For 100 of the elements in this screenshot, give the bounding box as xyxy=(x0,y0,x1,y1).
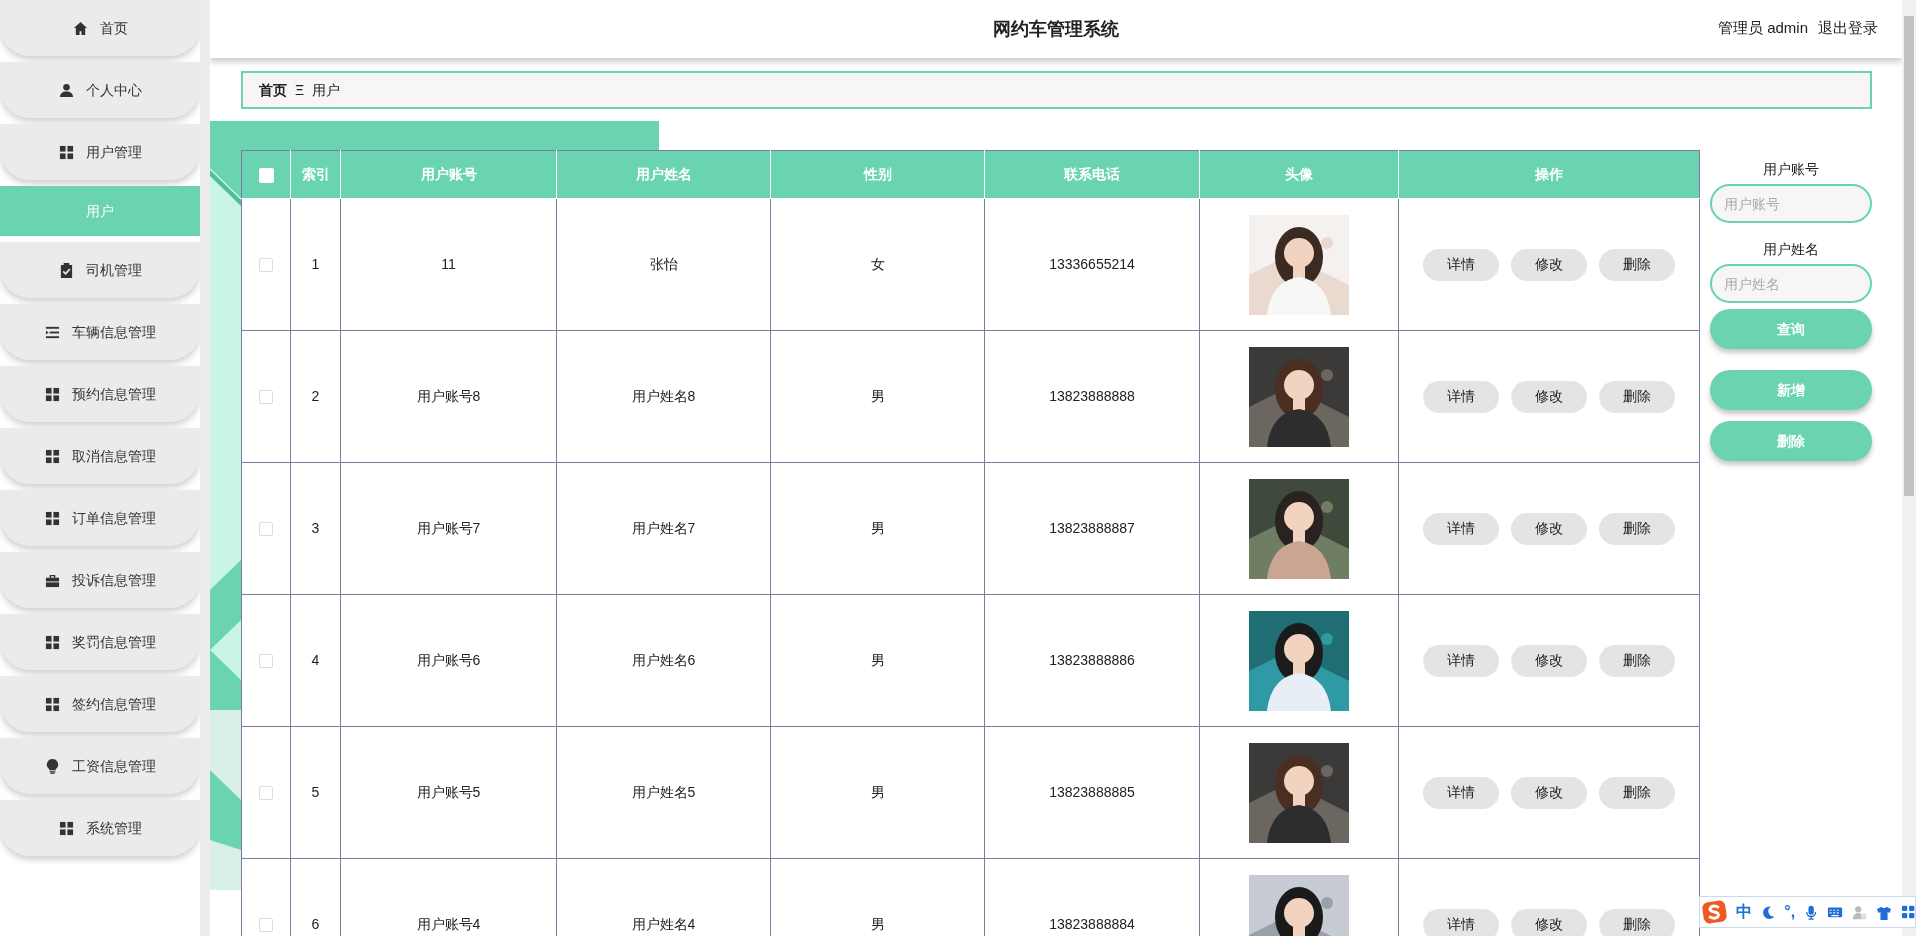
scrollbar[interactable] xyxy=(1902,0,1916,936)
table-cell: 男 xyxy=(770,330,985,463)
row-checkbox[interactable] xyxy=(259,786,273,801)
delete-button[interactable]: 删除 xyxy=(1599,644,1675,677)
row-checkbox[interactable] xyxy=(259,258,273,273)
briefcase-icon xyxy=(44,572,60,588)
details-button[interactable]: 详情 xyxy=(1423,248,1499,281)
table-cell: 13823888887 xyxy=(984,462,1200,595)
sidebar-item[interactable]: 工资信息管理 xyxy=(0,738,200,794)
shirt-icon[interactable] xyxy=(1875,904,1892,920)
table-cell: 1 xyxy=(290,198,341,331)
table-cell: 男 xyxy=(770,462,985,595)
row-checkbox[interactable] xyxy=(259,654,273,669)
edit-button[interactable]: 修改 xyxy=(1511,380,1587,413)
edit-button[interactable]: 修改 xyxy=(1511,644,1587,677)
column-header: 索引 xyxy=(290,150,341,199)
grid-icon xyxy=(44,696,60,712)
microphone-icon[interactable] xyxy=(1804,904,1819,920)
field-label: 用户姓名 xyxy=(1762,240,1820,259)
sidebar-item[interactable]: 预约信息管理 xyxy=(0,366,200,422)
sidebar-item[interactable]: 奖罚信息管理 xyxy=(0,614,200,670)
table-cell: 13823888885 xyxy=(984,726,1200,859)
grid-icon xyxy=(44,510,60,526)
sidebar-item[interactable]: 车辆信息管理 xyxy=(0,304,200,360)
table-cell: 5 xyxy=(290,726,341,859)
user-icon xyxy=(58,82,74,98)
details-button[interactable]: 详情 xyxy=(1423,908,1499,936)
row-checkbox[interactable] xyxy=(259,522,273,537)
grid-icon xyxy=(44,448,60,464)
column-header: 用户姓名 xyxy=(556,150,771,199)
table-cell: 女 xyxy=(770,198,985,331)
clipboard-icon xyxy=(58,262,74,278)
sidebar-item[interactable]: 取消信息管理 xyxy=(0,428,200,484)
table-cell: 13823888888 xyxy=(984,330,1200,463)
details-button[interactable]: 详情 xyxy=(1423,380,1499,413)
details-button[interactable]: 详情 xyxy=(1423,644,1499,677)
page-title: 网约车管理系统 xyxy=(993,17,1119,41)
row-checkbox[interactable] xyxy=(259,918,273,933)
lightbulb-icon xyxy=(44,758,60,774)
select-all-checkbox[interactable] xyxy=(258,167,274,183)
edit-button[interactable]: 修改 xyxy=(1511,248,1587,281)
grid-icon xyxy=(44,386,60,402)
breadcrumb-separator: Ξ xyxy=(295,80,305,100)
table-cell: 用户姓名5 xyxy=(556,726,771,859)
delete-button[interactable]: 删除 xyxy=(1599,380,1675,413)
field-label: 用户账号 xyxy=(1762,160,1820,179)
sidebar-item[interactable]: 首页 xyxy=(0,0,200,56)
grid-icon xyxy=(44,634,60,650)
table-cell: 男 xyxy=(770,594,985,727)
logout-link[interactable]: 退出登录 xyxy=(1818,17,1878,40)
table-cell: 用户账号7 xyxy=(340,462,557,595)
table-cell: 用户姓名7 xyxy=(556,462,771,595)
sidebar-item[interactable]: 个人中心 xyxy=(0,62,200,118)
table-cell: 用户姓名8 xyxy=(556,330,771,463)
row-checkbox[interactable] xyxy=(259,390,273,405)
ime-logo-icon[interactable] xyxy=(1702,899,1727,925)
sidebar-item[interactable]: 司机管理 xyxy=(0,242,200,298)
person-icon[interactable] xyxy=(1852,904,1867,920)
moon-icon[interactable] xyxy=(1760,904,1776,920)
sidebar-item[interactable]: 签约信息管理 xyxy=(0,676,200,732)
sidebar-item[interactable]: 用户管理 xyxy=(0,124,200,180)
edit-button[interactable]: 修改 xyxy=(1511,512,1587,545)
details-button[interactable]: 详情 xyxy=(1423,512,1499,545)
search-field[interactable]: 用户账号 xyxy=(1710,184,1872,223)
edit-button[interactable]: 修改 xyxy=(1511,908,1587,936)
list-icon xyxy=(44,324,60,340)
delete-button[interactable]: 删除 xyxy=(1599,248,1675,281)
table-cell: 13336655214 xyxy=(984,198,1200,331)
table-cell: 用户账号5 xyxy=(340,726,557,859)
breadcrumb-current: 用户 xyxy=(312,80,341,100)
table-cell: 11 xyxy=(340,198,557,331)
home-icon xyxy=(72,20,88,36)
table-cell: 13823888886 xyxy=(984,594,1200,727)
search-field[interactable]: 用户姓名 xyxy=(1710,264,1872,303)
column-header: 用户账号 xyxy=(340,150,557,199)
table-cell: 用户账号6 xyxy=(340,594,557,727)
sidebar-item[interactable]: 系统管理 xyxy=(0,800,200,856)
details-button[interactable]: 详情 xyxy=(1423,776,1499,809)
grid-icon xyxy=(58,820,74,836)
apps-icon[interactable] xyxy=(1900,904,1915,920)
delete-button[interactable]: 删除 xyxy=(1599,908,1675,936)
table-cell: 2 xyxy=(290,330,341,463)
edit-button[interactable]: 修改 xyxy=(1511,776,1587,809)
ime-toolbar-button[interactable]: °, xyxy=(1784,904,1796,920)
ime-toolbar-button[interactable]: 中 xyxy=(1735,904,1752,920)
column-header: 性别 xyxy=(770,150,985,199)
column-header: 操作 xyxy=(1398,150,1700,199)
table-cell: 用户账号8 xyxy=(340,330,557,463)
table-cell: 3 xyxy=(290,462,341,595)
delete-button[interactable]: 删除 xyxy=(1599,512,1675,545)
grid-icon xyxy=(58,144,74,160)
delete-button[interactable]: 删除 xyxy=(1599,776,1675,809)
sidebar-item[interactable]: 订单信息管理 xyxy=(0,490,200,546)
sidebar-item[interactable]: 投诉信息管理 xyxy=(0,552,200,608)
table-cell: 张怡 xyxy=(556,198,771,331)
column-header: 头像 xyxy=(1199,150,1399,199)
table-cell: 男 xyxy=(770,726,985,859)
breadcrumb-home-link[interactable]: 首页 xyxy=(259,79,287,101)
table-cell: 4 xyxy=(290,594,341,727)
table-cell: 用户姓名6 xyxy=(556,594,771,727)
